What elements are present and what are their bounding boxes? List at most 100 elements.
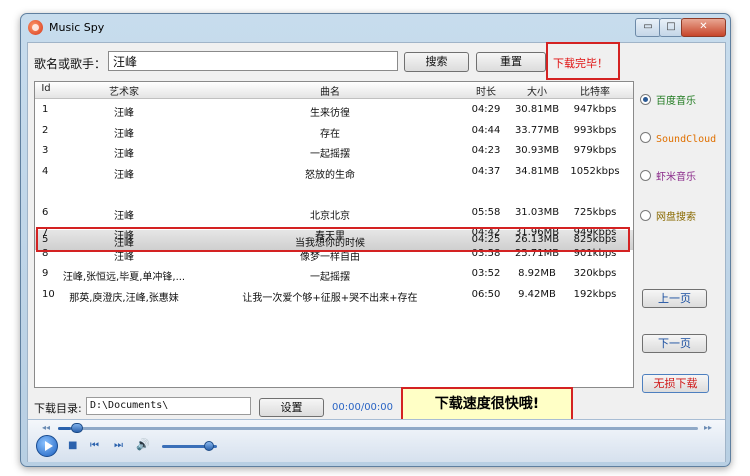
cell-artist: 汪峰 xyxy=(114,231,134,242)
stop-icon[interactable]: ■ xyxy=(68,440,77,451)
cell-bitrate: 979kbps xyxy=(573,145,617,156)
radio-unselected-icon xyxy=(640,132,651,143)
cell-duration: 04:42 xyxy=(471,227,501,238)
table-row[interactable]: 4 汪峰 怒放的生命 04:37 34.81MB 1052kbps xyxy=(35,162,633,182)
volume-slider[interactable] xyxy=(162,441,217,451)
maximize-button[interactable]: □ xyxy=(659,18,683,37)
cell-song: 怒放的生命 xyxy=(305,169,355,181)
volume-icon[interactable]: 🔊 xyxy=(136,438,150,451)
cell-song: 一起摇摆 xyxy=(310,272,350,283)
table-header: Id 艺术家 曲名 时长 大小 比特率 xyxy=(35,82,633,99)
search-button[interactable]: 搜索 xyxy=(404,52,469,72)
main-panel: 歌名或歌手： 汪峰 搜索 重置 下载完毕！ Id 艺术家 曲名 时长 大小 比特… xyxy=(27,42,726,462)
cell-duration: 05:58 xyxy=(471,206,501,218)
table-row[interactable]: 6 汪峰 北京北京 05:58 31.03MB 725kbps xyxy=(35,203,633,223)
cell-artist: 汪峰 xyxy=(114,210,134,222)
column-header-id[interactable]: Id xyxy=(37,83,55,94)
cell-size: 31.96MB xyxy=(514,227,560,238)
seek-handle[interactable] xyxy=(70,423,83,433)
cell-song: 春天里 xyxy=(315,231,345,242)
cell-duration: 06:50 xyxy=(471,288,501,300)
cell-artist: 汪峰 xyxy=(114,149,134,160)
cell-size: 30.81MB xyxy=(514,104,560,115)
window-title: Music Spy xyxy=(49,21,105,34)
table-row[interactable]: 1 汪峰 生来彷徨 04:29 30.81MB 947kbps xyxy=(35,100,633,120)
source-radio-baidu[interactable]: 百度音乐 xyxy=(640,92,696,107)
music-spy-logo-icon xyxy=(28,20,43,35)
cell-size: 9.42MB xyxy=(518,288,556,300)
cell-song: 像梦一样自由 xyxy=(300,251,360,263)
column-header-size[interactable]: 大小 xyxy=(510,83,564,98)
cell-id: 3 xyxy=(42,145,49,156)
next-page-button[interactable]: 下一页 xyxy=(642,334,707,353)
seek-forward-icon[interactable]: ▸▸ xyxy=(704,423,712,432)
cell-song: 一起摇摆 xyxy=(310,149,350,160)
prev-page-button[interactable]: 上一页 xyxy=(642,289,707,308)
cell-artist: 汪峰 xyxy=(114,251,134,263)
cell-size: 25.71MB xyxy=(514,247,560,259)
download-status: 下载完毕！ xyxy=(553,57,608,70)
cell-artist: 汪峰,张恒远,毕夏,单冲锋,... xyxy=(62,272,186,283)
radio-unselected-icon xyxy=(640,170,651,181)
cell-size: 34.81MB xyxy=(514,165,560,177)
cell-song: 让我一次爱个够+征服+哭不出来+存在 xyxy=(242,292,418,304)
cell-id: 9 xyxy=(42,268,49,279)
speed-callout: 下载速度很快哦! xyxy=(401,387,573,421)
source-radio-xiami[interactable]: 虾米音乐 xyxy=(640,168,696,183)
radio-unselected-icon xyxy=(640,210,651,221)
cell-artist: 汪峰 xyxy=(114,108,134,119)
table-row[interactable]: 9 汪峰,张恒远,毕夏,单冲锋,... 一起摇摆 03:52 8.92MB 320kbps xyxy=(35,264,633,284)
cell-id: 6 xyxy=(42,206,49,218)
column-header-artist[interactable]: 艺术家 xyxy=(59,83,189,98)
cell-size: 31.03MB xyxy=(514,206,560,218)
app-window: Music Spy ▭ □ ✕ 歌名或歌手： 汪峰 搜索 重置 下载完毕！ Id… xyxy=(20,13,731,467)
column-header-duration[interactable]: 时长 xyxy=(468,83,504,98)
column-header-song[interactable]: 曲名 xyxy=(190,83,470,98)
reset-button[interactable]: 重置 xyxy=(476,52,546,72)
table-row[interactable]: 2 汪峰 存在 04:44 33.77MB 993kbps xyxy=(35,121,633,141)
previous-track-icon[interactable]: ⏮ xyxy=(90,440,99,451)
cell-song: 存在 xyxy=(320,128,340,140)
cell-artist: 汪峰 xyxy=(114,169,134,181)
download-dir-input[interactable]: D:\Documents\ xyxy=(86,397,251,415)
playback-time: 00:00/00:00 xyxy=(332,402,394,413)
table-row[interactable]: 10 那英,庾澄庆,汪峰,张惠妹 让我一次爱个够+征服+哭不出来+存在 06:50 9.… xyxy=(35,285,633,305)
search-label: 歌名或歌手： xyxy=(34,57,107,71)
table-row[interactable]: 7 汪峰 春天里 04:42 31.96MB 949kbps xyxy=(35,223,633,243)
cell-bitrate: 192kbps xyxy=(573,288,617,300)
cell-bitrate: 320kbps xyxy=(573,268,617,279)
play-icon[interactable] xyxy=(36,435,58,457)
column-header-bitrate[interactable]: 比特率 xyxy=(565,83,625,98)
volume-handle[interactable] xyxy=(203,441,214,451)
cell-size: 8.92MB xyxy=(518,268,556,279)
cell-artist: 汪峰 xyxy=(114,128,134,140)
cell-id: 4 xyxy=(42,165,49,177)
table-row[interactable]: 3 汪峰 一起摇摆 04:23 30.93MB 979kbps xyxy=(35,141,633,161)
next-track-icon[interactable]: ⏭ xyxy=(114,440,123,451)
title-bar[interactable]: Music Spy ▭ □ ✕ xyxy=(21,14,730,42)
player-bar: ◂◂ ▸▸ ■ ⏮ ⏭ 🔊 xyxy=(28,419,725,462)
source-radio-wangpan[interactable]: 网盘搜索 xyxy=(640,208,696,223)
cell-duration: 03:58 xyxy=(471,247,501,259)
cell-id: 10 xyxy=(42,288,55,300)
search-input[interactable]: 汪峰 xyxy=(108,51,398,71)
cell-duration: 04:44 xyxy=(471,124,501,136)
results-table[interactable]: Id 艺术家 曲名 时长 大小 比特率 1 汪峰 生来彷徨 04:29 30.81MB 9… xyxy=(34,81,634,421)
cell-song: 生来彷徨 xyxy=(310,108,350,119)
lossless-download-button[interactable]: 无损下载 xyxy=(642,374,709,393)
seek-slider[interactable] xyxy=(58,423,698,433)
settings-button[interactable]: 设置 xyxy=(259,398,324,417)
seek-progress-fill xyxy=(58,427,71,430)
cell-size: 30.93MB xyxy=(514,145,560,156)
cell-id: 1 xyxy=(42,104,49,115)
cell-duration: 04:29 xyxy=(471,104,501,115)
minimize-button[interactable]: ▭ xyxy=(635,18,661,37)
close-button[interactable]: ✕ xyxy=(681,18,726,37)
source-label-soundcloud: SoundCloud xyxy=(656,134,717,145)
cell-bitrate: 947kbps xyxy=(573,104,617,115)
seek-back-icon[interactable]: ◂◂ xyxy=(42,423,50,432)
table-row[interactable]: 8 汪峰 像梦一样自由 03:58 25.71MB 901kbps xyxy=(35,244,633,264)
source-label-wangpan: 网盘搜索 xyxy=(656,212,696,223)
cell-bitrate: 901kbps xyxy=(573,247,617,259)
source-radio-soundcloud[interactable]: SoundCloud xyxy=(640,132,716,145)
